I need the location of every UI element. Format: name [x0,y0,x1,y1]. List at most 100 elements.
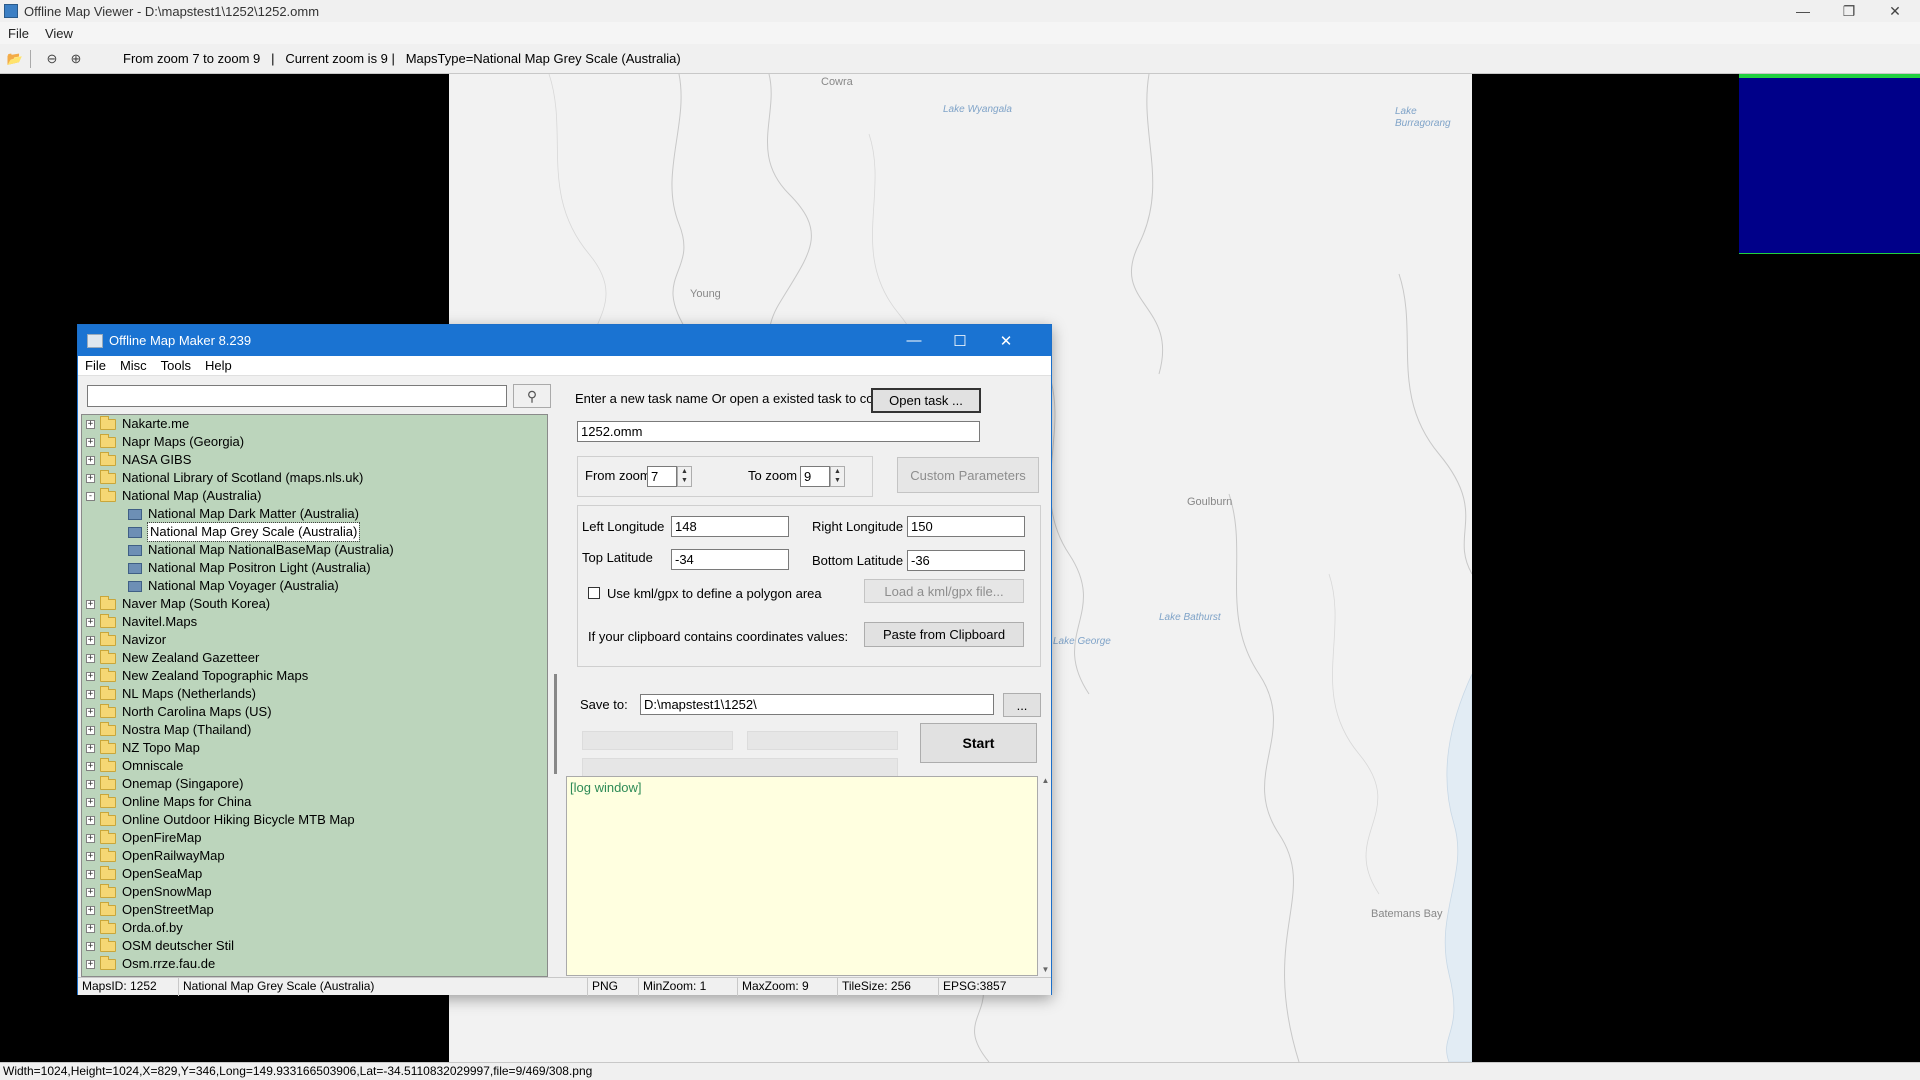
tree-folder-node[interactable]: + Naver Map (South Korea) [86,595,270,613]
tree-folder-node[interactable]: + New Zealand Topographic Maps [86,667,308,685]
expand-icon[interactable]: + [86,707,95,717]
tree-folder-node[interactable]: + Navizor [86,631,166,649]
expand-icon[interactable]: + [86,689,95,699]
map-source-tree[interactable]: + Nakarte.me + Napr Maps (Georgia) + NASA GIB… [81,414,548,977]
tree-map-node[interactable]: National Map Voyager (Australia) [128,577,339,595]
dialog-maximize-icon[interactable]: ☐ [937,325,983,356]
overview-minimap[interactable] [1739,74,1920,254]
zoom-in-icon[interactable]: ⊕ [67,50,85,68]
save-to-input[interactable]: D:\mapstest1\1252\ [640,694,994,715]
to-zoom-stepper[interactable]: ▲ ▼ [830,466,845,487]
tree-folder-node[interactable]: + OpenSnowMap [86,883,212,901]
expand-icon[interactable]: + [86,905,95,915]
tree-folder-node[interactable]: + OpenFireMap [86,829,201,847]
expand-icon[interactable]: + [86,743,95,753]
tree-folder-node[interactable]: + Nostra Map (Thailand) [86,721,251,739]
tree-map-node[interactable]: National Map Positron Light (Australia) [128,559,371,577]
tree-folder-node[interactable]: + OpenStreetMap [86,901,214,919]
tree-folder-node[interactable]: + Orda.of.by [86,919,183,937]
tree-folder-node[interactable]: + Onemap (Singapore) [86,775,243,793]
custom-parameters-button[interactable]: Custom Parameters [897,457,1039,493]
tree-map-node[interactable]: National Map NationalBaseMap (Australia) [128,541,394,559]
collapse-icon[interactable]: - [86,491,95,501]
expand-icon[interactable]: + [86,887,95,897]
from-zoom-input[interactable]: 7 [647,466,677,487]
expand-icon[interactable]: + [86,653,95,663]
tree-folder-node[interactable]: + Osm.rrze.fau.de [86,955,215,973]
log-scrollbar[interactable]: ▲ ▼ [1040,776,1051,976]
dialog-menu-file[interactable]: File [78,358,113,373]
tree-node-label: Onemap (Singapore) [122,776,244,791]
tree-map-node[interactable]: National Map Grey Scale (Australia) [128,522,361,542]
tree-folder-node[interactable]: + NL Maps (Netherlands) [86,685,256,703]
tree-folder-node[interactable]: + New Zealand Gazetteer [86,649,259,667]
start-button[interactable]: Start [920,723,1037,763]
expand-icon[interactable]: + [86,437,95,447]
tree-folder-node[interactable]: + Nakarte.me [86,415,189,433]
expand-icon[interactable]: + [86,599,95,609]
dialog-close-icon[interactable]: ✕ [983,325,1029,356]
expand-icon[interactable]: + [86,419,95,429]
search-button[interactable]: ⚲ [513,384,551,408]
expand-icon[interactable]: + [86,797,95,807]
expand-icon[interactable]: + [86,923,95,933]
left-longitude-input[interactable]: 148 [671,516,789,537]
expand-icon[interactable]: + [86,851,95,861]
expand-icon[interactable]: + [86,833,95,843]
to-zoom-input[interactable]: 9 [800,466,830,487]
tree-folder-node[interactable]: - National Map (Australia) [86,487,261,505]
dialog-menu-tools[interactable]: Tools [154,358,198,373]
expand-icon[interactable]: + [86,617,95,627]
tree-folder-node[interactable]: + OpenSeaMap [86,865,202,883]
expand-icon[interactable]: + [86,761,95,771]
tree-folder-node[interactable]: + Omniscale [86,757,183,775]
expand-icon[interactable]: + [86,779,95,789]
browse-folder-button[interactable]: ... [1003,693,1041,717]
menu-view[interactable]: View [37,26,81,41]
restore-icon[interactable]: ❐ [1826,0,1872,22]
log-window[interactable]: [log window] [566,776,1038,976]
load-kml-button[interactable]: Load a kml/gpx file... [864,579,1024,603]
tree-node-label: Online Outdoor Hiking Bicycle MTB Map [122,812,355,827]
save-to-label: Save to: [580,697,628,712]
tree-folder-node[interactable]: + NZ Topo Map [86,739,200,757]
use-kml-checkbox[interactable] [588,587,600,599]
expand-icon[interactable]: + [86,959,95,969]
expand-icon[interactable]: + [86,635,95,645]
tree-folder-node[interactable]: + OSM deutscher Stil [86,937,234,955]
expand-icon[interactable]: + [86,473,95,483]
right-longitude-input[interactable]: 150 [907,516,1025,537]
from-zoom-stepper[interactable]: ▲ ▼ [677,466,692,487]
open-folder-icon[interactable]: 📂 [6,50,24,68]
tree-folder-node[interactable]: + North Carolina Maps (US) [86,703,272,721]
dialog-menu-help[interactable]: Help [198,358,239,373]
paste-from-clipboard-button[interactable]: Paste from Clipboard [864,622,1024,647]
tree-folder-node[interactable]: + National Library of Scotland (maps.nls.… [86,469,363,487]
tree-scrollbar-thumb[interactable] [554,674,557,774]
tree-folder-node[interactable]: + NASA GIBS [86,451,191,469]
tree-folder-node[interactable]: + OpenRailwayMap [86,847,225,865]
tree-folder-node[interactable]: + Online Maps for China [86,793,251,811]
open-task-button[interactable]: Open task ... [871,388,981,413]
menu-file[interactable]: File [0,26,37,41]
tree-folder-node[interactable]: + Online Outdoor Hiking Bicycle MTB Map [86,811,355,829]
search-input[interactable] [87,385,507,407]
expand-icon[interactable]: + [86,941,95,951]
tree-folder-node[interactable]: + Navitel.Maps [86,613,197,631]
tree-scrollbar[interactable] [552,414,561,977]
expand-icon[interactable]: + [86,725,95,735]
expand-icon[interactable]: + [86,869,95,879]
close-icon[interactable]: ✕ [1872,0,1918,22]
minimize-icon[interactable]: — [1780,0,1826,22]
task-name-input[interactable]: 1252.omm [577,421,980,442]
top-latitude-input[interactable]: -34 [671,549,789,570]
expand-icon[interactable]: + [86,455,95,465]
expand-icon[interactable]: + [86,671,95,681]
bottom-latitude-input[interactable]: -36 [907,550,1025,571]
expand-icon[interactable]: + [86,815,95,825]
dialog-minimize-icon[interactable]: — [891,325,937,356]
tree-map-node[interactable]: National Map Dark Matter (Australia) [128,505,359,523]
dialog-menu-misc[interactable]: Misc [113,358,154,373]
zoom-out-icon[interactable]: ⊖ [43,50,61,68]
tree-folder-node[interactable]: + Napr Maps (Georgia) [86,433,244,451]
